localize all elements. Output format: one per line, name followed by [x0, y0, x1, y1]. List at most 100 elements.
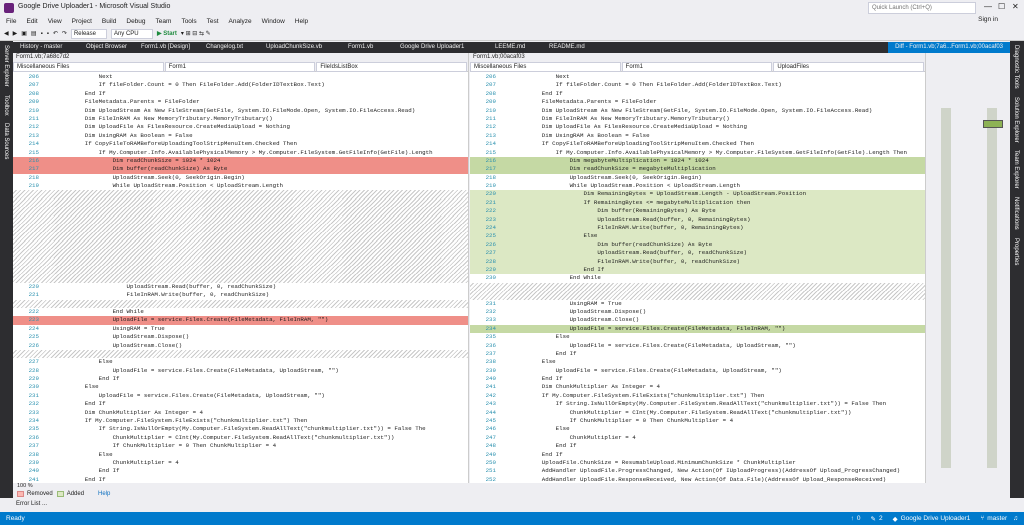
right-code-view[interactable]: 206 Next 207 If fileFolder.Count = 0 Then…: [470, 73, 925, 483]
left-code-line[interactable]: [13, 299, 468, 308]
left-code-line[interactable]: [13, 215, 468, 225]
menu-tools[interactable]: Tools: [181, 18, 196, 25]
right-scroll-track[interactable]: [987, 108, 997, 468]
changes-count[interactable]: 2: [879, 515, 883, 522]
right-code-line[interactable]: 234 UploadFile = service.Files.Create(Fi…: [470, 324, 925, 334]
tab-diff-form1[interactable]: Diff - Form1.vb;7a6...Form1.vb;00acaf03: [888, 42, 1010, 53]
left-code-line[interactable]: [13, 265, 468, 275]
solution-explorer-tab[interactable]: Solution Explorer: [1013, 93, 1019, 147]
maximize-button[interactable]: ☐: [998, 2, 1005, 11]
menu-window[interactable]: Window: [262, 18, 285, 25]
right-code-line[interactable]: 249 End If: [470, 451, 925, 459]
undo-icon[interactable]: ↶: [53, 30, 58, 37]
left-code-line[interactable]: 225 UploadStream.Dispose(): [13, 333, 468, 341]
start-button[interactable]: ▶ Start: [157, 30, 177, 37]
left-code-line[interactable]: 211 Dim FileInRAM As New MemoryTributary…: [13, 115, 468, 123]
right-code-line[interactable]: 237 End If: [470, 350, 925, 358]
menu-analyze[interactable]: Analyze: [229, 18, 252, 25]
tab-leeme[interactable]: LEEME.md: [488, 42, 542, 53]
diff-overview-map[interactable]: [927, 53, 1010, 483]
left-code-line[interactable]: 223 UploadFile = service.Files.Create(Fi…: [13, 316, 468, 325]
right-code-line[interactable]: 218 UploadStream.Seek(0, SeekOrigin.Begi…: [470, 174, 925, 182]
right-code-line[interactable]: 246 Else: [470, 425, 925, 433]
toolbox-tab[interactable]: Toolbox: [3, 91, 9, 120]
left-code-line[interactable]: 236 ChunkMultiplier = CInt(My.Computer.F…: [13, 434, 468, 442]
tab-form1-vb[interactable]: Form1.vb: [341, 42, 393, 53]
left-code-line[interactable]: 235 If String.IsNullOrEmpty(My.Computer.…: [13, 425, 468, 433]
back-icon[interactable]: ◀: [4, 30, 9, 37]
right-code-line[interactable]: 231 UsingRAM = True: [470, 300, 925, 308]
notification-bell-icon[interactable]: ♫: [1013, 515, 1018, 522]
left-code-line[interactable]: [13, 349, 468, 359]
forward-icon[interactable]: ▶: [13, 30, 18, 37]
left-code-line[interactable]: 239 ChunkMultiplier = 4: [13, 459, 468, 467]
platform-dropdown[interactable]: Any CPU: [110, 28, 153, 39]
right-code-line[interactable]: [470, 291, 925, 300]
tab-changelog[interactable]: Changelog.txt: [199, 42, 259, 53]
left-code-line[interactable]: 216 Dim readChunkSize = 1024 * 1024: [13, 156, 468, 166]
left-code-line[interactable]: 209 FileMetadata.Parents = FileFolder: [13, 98, 468, 106]
left-code-line[interactable]: [13, 207, 468, 216]
left-code-line[interactable]: 208 End If: [13, 90, 468, 98]
tab-google-drive-uploader[interactable]: Google Drive Uploader1: [393, 42, 488, 53]
right-code-line[interactable]: 208 End If: [470, 90, 925, 98]
tab-form1-design[interactable]: Form1.vb [Design]: [134, 42, 199, 53]
menu-file[interactable]: File: [6, 18, 16, 25]
right-code-line[interactable]: 215 If My.Computer.Info.AvailablePhysica…: [470, 149, 925, 157]
right-code-line[interactable]: 235 Else: [470, 333, 925, 341]
right-code-line[interactable]: 216 Dim megabyteMultiplication = 1024 * …: [470, 156, 925, 166]
right-code-line[interactable]: 232 UploadStream.Dispose(): [470, 308, 925, 316]
left-code-line[interactable]: 238 Else: [13, 451, 468, 459]
right-code-line[interactable]: 221 If RemainingBytes <= megabyteMultipl…: [470, 198, 925, 208]
right-code-line[interactable]: 225 Else: [470, 232, 925, 241]
right-code-line[interactable]: 214 If CopyFileToRAMBeforeUploadingToolS…: [470, 140, 925, 148]
unpushed-count[interactable]: 0: [857, 515, 861, 522]
menu-edit[interactable]: Edit: [26, 18, 37, 25]
left-code-line[interactable]: 224 UsingRAM = True: [13, 325, 468, 333]
left-code-line[interactable]: 241 End If: [13, 476, 468, 483]
left-code-line[interactable]: 240 End If: [13, 467, 468, 475]
branch-name[interactable]: master: [987, 515, 1007, 522]
right-member-dropdown[interactable]: UploadFiles: [773, 62, 925, 72]
left-code-line[interactable]: 212 Dim UploadFile As FilesResource.Crea…: [13, 123, 468, 131]
right-code-line[interactable]: 220 Dim RemainingBytes = UploadStream.Le…: [470, 190, 925, 199]
redo-icon[interactable]: ↷: [62, 30, 67, 37]
menu-test[interactable]: Test: [207, 18, 219, 25]
close-button[interactable]: ✕: [1012, 2, 1019, 11]
left-code-line[interactable]: 218 UploadStream.Seek(0, SeekOrigin.Begi…: [13, 174, 468, 182]
left-code-line[interactable]: 213 Dim UsingRAM As Boolean = False: [13, 132, 468, 140]
right-code-line[interactable]: 245 If ChunkMultiplier = 0 Then ChunkMul…: [470, 417, 925, 425]
project-name[interactable]: Google Drive Uploader1: [901, 515, 971, 522]
left-code-line[interactable]: 233 Dim ChunkMultiplier As Integer = 4: [13, 409, 468, 417]
right-code-line[interactable]: 250 UploadFile.ChunkSize = ResumableUplo…: [470, 459, 925, 467]
right-code-line[interactable]: 212 Dim UploadFile As FilesResource.Crea…: [470, 123, 925, 131]
right-class-dropdown[interactable]: Form1: [621, 62, 773, 72]
menu-team[interactable]: Team: [156, 18, 172, 25]
right-code-line[interactable]: 213 Dim UsingRAM As Boolean = False: [470, 132, 925, 140]
left-code-line[interactable]: 222 End While: [13, 308, 468, 316]
left-code-line[interactable]: 237 If ChunkMultiplier = 0 Then ChunkMul…: [13, 442, 468, 450]
menu-view[interactable]: View: [48, 18, 62, 25]
save-icon[interactable]: ▪: [41, 31, 43, 37]
diff-location-marker[interactable]: [983, 120, 1003, 128]
right-code-line[interactable]: 227 UploadStream.Read(buffer, 0, readChu…: [470, 249, 925, 258]
error-list-tab[interactable]: Error List ...: [0, 498, 1024, 510]
right-code-line[interactable]: 209 FileMetadata.Parents = FileFolder: [470, 98, 925, 106]
open-icon[interactable]: ▤: [31, 30, 37, 37]
right-code-line[interactable]: [470, 282, 925, 292]
quick-launch-input[interactable]: Quick Launch (Ctrl+Q): [868, 2, 976, 14]
configuration-dropdown[interactable]: Release: [70, 28, 107, 39]
left-code-line[interactable]: 217 Dim buffer(readChunkSize) As Byte: [13, 165, 468, 174]
left-code-line[interactable]: 219 While UploadStream.Position < Upload…: [13, 182, 468, 190]
right-code-line[interactable]: 248 End If: [470, 442, 925, 450]
data-sources-tab[interactable]: Data Sources: [3, 119, 9, 163]
right-code-line[interactable]: 243 If String.IsNullOrEmpty(My.Computer.…: [470, 400, 925, 408]
tab-object-browser[interactable]: Object Browser: [79, 42, 134, 53]
notifications-tab[interactable]: Notifications: [1013, 193, 1019, 234]
right-code-line[interactable]: 242 If My.Computer.FileSystem.FileExists…: [470, 392, 925, 400]
left-code-line[interactable]: 227 Else: [13, 358, 468, 366]
left-code-line[interactable]: 226 UploadStream.Close(): [13, 342, 468, 350]
left-code-line[interactable]: 220 UploadStream.Read(buffer, 0, readChu…: [13, 283, 468, 291]
left-code-line[interactable]: 215 If My.Computer.Info.AvailablePhysica…: [13, 149, 468, 157]
tab-upload-chunk-size[interactable]: UploadChunkSize.vb: [259, 42, 341, 53]
